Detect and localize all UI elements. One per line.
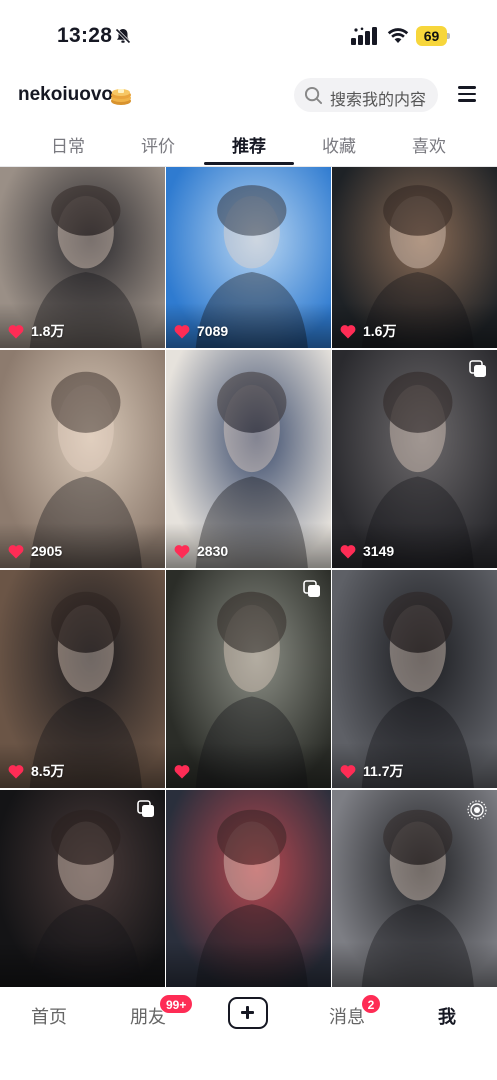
video-grid: 1.8万 7089 1.6万 2905 2830 3149 8.5万 11.7万 [0, 167, 497, 987]
wifi-icon [387, 28, 409, 43]
tab-reviews[interactable]: 评价 [118, 132, 198, 157]
thumbnail-shade [332, 942, 497, 987]
nav-me[interactable]: 我 [438, 1003, 456, 1029]
video-thumbnail[interactable]: 8.5万 [0, 570, 165, 788]
like-count: 7089 [174, 322, 228, 340]
video-thumbnail[interactable]: 11.7万 [332, 570, 497, 788]
video-thumbnail[interactable]: 3149 [332, 350, 497, 568]
tab-favorites[interactable]: 收藏 [299, 132, 379, 157]
like-count: 2830 [174, 542, 228, 560]
video-thumbnail[interactable]: 2905 [0, 350, 165, 568]
video-thumbnail[interactable]: 7089 [166, 167, 331, 348]
video-thumbnail[interactable]: 1.6万 [332, 167, 497, 348]
like-count [174, 762, 197, 780]
like-count: 3149 [340, 542, 394, 560]
live-photo-icon [467, 800, 487, 820]
like-count-value: 1.6万 [363, 323, 397, 339]
friends-badge: 99+ [159, 994, 194, 1014]
like-count-value: 2830 [197, 543, 229, 559]
heart-icon [8, 544, 24, 558]
video-thumbnail[interactable] [166, 570, 331, 788]
tab-likes[interactable]: 喜欢 [389, 132, 469, 157]
nav-home[interactable]: 首页 [31, 1003, 67, 1029]
heart-icon [174, 324, 190, 338]
heart-icon [174, 544, 190, 558]
video-thumbnail[interactable] [166, 790, 331, 987]
status-bar: 13:28 69 [0, 0, 497, 70]
like-count-value: 7089 [197, 323, 229, 339]
profile-username[interactable]: nekoiuovo [18, 84, 113, 106]
plus-icon[interactable] [228, 997, 268, 1029]
thumbnail-shade [0, 942, 165, 987]
search-placeholder: 搜索我的内容 [330, 92, 427, 109]
like-count-value: 8.5万 [31, 763, 65, 779]
cellular-signal-icon [351, 27, 377, 45]
like-count: 8.5万 [8, 762, 64, 780]
nav-messages[interactable]: 消息 [329, 1003, 365, 1029]
search-bar[interactable]: 搜索我的内容 [294, 78, 438, 112]
messages-badge: 2 [361, 994, 381, 1014]
heart-icon [174, 764, 190, 778]
like-count: 1.8万 [8, 322, 64, 340]
bell-muted-icon [115, 28, 131, 44]
hamburger-menu-icon[interactable] [458, 86, 476, 102]
tab-daily[interactable]: 日常 [28, 132, 108, 157]
multi-image-icon [303, 580, 320, 597]
battery-percent: 69 [423, 28, 440, 44]
video-thumbnail[interactable] [0, 790, 165, 987]
bottom-navigation: 首页 朋友 99+ 消息 2 我 [0, 987, 497, 1080]
active-tab-indicator [204, 162, 294, 165]
heart-icon [340, 544, 356, 558]
video-thumbnail[interactable] [332, 790, 497, 987]
search-icon [304, 86, 323, 105]
like-count-value: 1.8万 [31, 323, 65, 339]
video-thumbnail[interactable]: 2830 [166, 350, 331, 568]
pancake-icon [111, 89, 131, 105]
thumbnail-shade [166, 942, 331, 987]
like-count: 2905 [8, 542, 62, 560]
content-tabs: 日常 评价 推荐 收藏 喜欢 [0, 124, 497, 166]
heart-icon [8, 764, 24, 778]
status-time: 13:28 [57, 24, 113, 47]
battery-icon: 69 [416, 26, 450, 46]
heart-icon [8, 324, 24, 338]
like-count-value: 11.7万 [363, 763, 404, 779]
heart-icon [340, 324, 356, 338]
like-count: 11.7万 [340, 762, 403, 780]
tab-recommended[interactable]: 推荐 [209, 132, 289, 157]
like-count-value: 2905 [31, 543, 63, 559]
multi-image-icon [469, 360, 486, 377]
heart-icon [340, 764, 356, 778]
like-count: 1.6万 [340, 322, 396, 340]
video-thumbnail[interactable]: 1.8万 [0, 167, 165, 348]
multi-image-icon [137, 800, 154, 817]
like-count-value: 3149 [363, 543, 395, 559]
